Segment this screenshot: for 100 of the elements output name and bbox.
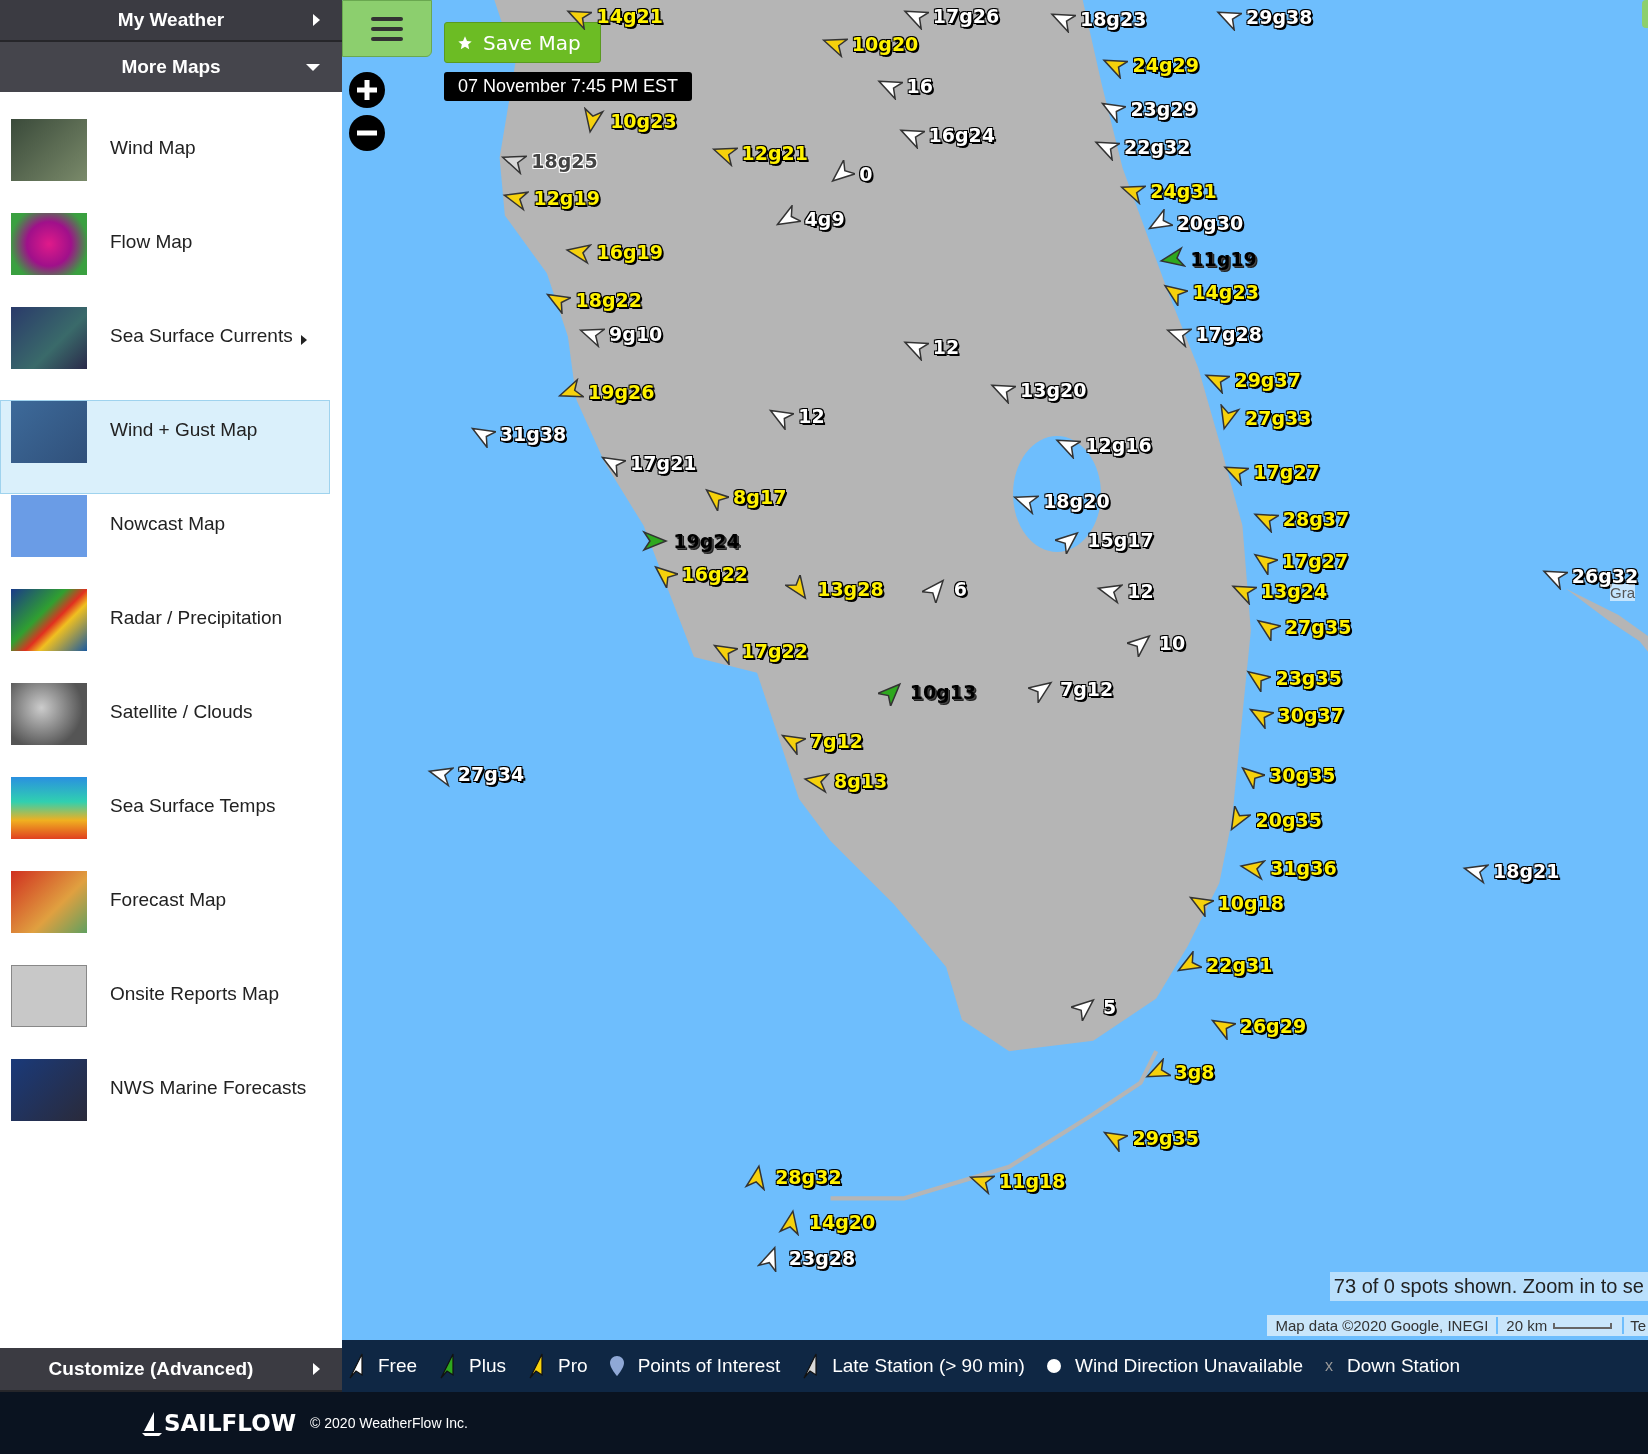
map-attribution: Map data ©2020 Google, INEGI bbox=[1267, 1317, 1499, 1334]
caret-icon bbox=[313, 1363, 320, 1375]
map-type-item[interactable]: Sea Surface Currents bbox=[0, 306, 330, 400]
legend-label: Down Station bbox=[1347, 1355, 1461, 1377]
wind-reading: 23g28 bbox=[788, 1247, 856, 1270]
wind-reading: 7g12 bbox=[1059, 678, 1114, 701]
wind-reading: 18g25 bbox=[531, 149, 598, 172]
wind-reading: 24g31 bbox=[1150, 180, 1217, 203]
wind-reading: 10g23 bbox=[610, 109, 677, 132]
sailflow-logo[interactable]: SAILFLOW bbox=[142, 1410, 297, 1436]
wind-reading: 27g33 bbox=[1244, 407, 1312, 430]
wind-reading: 16g22 bbox=[681, 562, 749, 585]
caret-icon bbox=[306, 63, 320, 71]
wind-reading: 18g22 bbox=[575, 288, 642, 311]
wind-reading: 10 bbox=[1158, 632, 1186, 655]
wind-reading: 23g35 bbox=[1275, 666, 1342, 689]
wind-reading: 12g21 bbox=[741, 142, 808, 165]
wind-reading: 17g27 bbox=[1253, 460, 1320, 483]
wind-reading: 10g13 bbox=[909, 680, 977, 703]
wind-reading: 4g9 bbox=[804, 207, 845, 230]
wind-reading: 10g20 bbox=[851, 33, 919, 56]
down-mark: x bbox=[1325, 1357, 1334, 1375]
map-type-item[interactable]: NWS Marine Forecasts bbox=[0, 1058, 330, 1152]
wind-reading: 17g27 bbox=[1281, 550, 1349, 573]
more-maps-menu[interactable]: More Maps bbox=[0, 42, 342, 92]
wind-reading: 13g20 bbox=[1020, 378, 1087, 401]
legend-label: Free bbox=[378, 1355, 418, 1377]
map-type-item[interactable]: Forecast Map bbox=[0, 870, 330, 964]
wind-reading: 20g35 bbox=[1255, 808, 1322, 831]
wind-reading: 29g37 bbox=[1234, 369, 1301, 392]
map-type-item[interactable]: Radar / Precipitation bbox=[0, 588, 330, 682]
wind-reading: 28g37 bbox=[1282, 508, 1350, 531]
wind-reading: 30g37 bbox=[1277, 703, 1344, 726]
wind-reading: 29g38 bbox=[1246, 5, 1313, 28]
wind-reading: 9g10 bbox=[609, 323, 663, 346]
legend-label: Wind Direction Unavailable bbox=[1074, 1355, 1304, 1377]
wind-reading: 18g20 bbox=[1043, 490, 1110, 513]
my-weather-menu[interactable]: My Weather bbox=[0, 0, 342, 42]
wind-reading: 14g20 bbox=[808, 1211, 876, 1234]
menu-button[interactable] bbox=[342, 0, 432, 57]
wind-reading: 29g35 bbox=[1132, 1127, 1199, 1150]
wind-reading: 30g35 bbox=[1269, 763, 1336, 786]
zoom-out-button[interactable] bbox=[349, 115, 385, 151]
plus-icon bbox=[349, 72, 385, 108]
wind-reading: 28g32 bbox=[775, 1166, 842, 1189]
wind-reading: 27g35 bbox=[1284, 616, 1352, 639]
star-icon bbox=[457, 34, 473, 51]
wind-reading: 18g21 bbox=[1492, 860, 1560, 883]
map-type-item[interactable]: Nowcast Map bbox=[0, 494, 330, 588]
map-type-item[interactable]: Wind + Gust Map bbox=[0, 400, 330, 494]
wind-reading: 22g31 bbox=[1206, 953, 1273, 976]
map-type-item[interactable]: Flow Map bbox=[0, 212, 330, 306]
wind-reading: 14g23 bbox=[1192, 281, 1259, 304]
wind-reading: 26g29 bbox=[1239, 1014, 1307, 1037]
minus-icon bbox=[349, 115, 385, 151]
scale-label: 20 km bbox=[1505, 1317, 1549, 1334]
map-type-item[interactable]: Onsite Reports Map bbox=[0, 964, 330, 1058]
wind-reading: 6 bbox=[953, 577, 968, 600]
wind-reading: 27g34 bbox=[457, 762, 525, 785]
wind-reading: 24g29 bbox=[1132, 54, 1199, 77]
wind-reading: 17g21 bbox=[630, 452, 697, 475]
copyright-text: © 2020 WeatherFlow Inc. bbox=[310, 1415, 468, 1431]
terms-link[interactable]: Te bbox=[1622, 1317, 1648, 1334]
wind-reading: 3g8 bbox=[1174, 1061, 1215, 1083]
map-type-item[interactable]: Wind Map bbox=[0, 118, 330, 212]
wind-reading: 20g30 bbox=[1176, 211, 1244, 234]
wind-reading: 13g24 bbox=[1260, 579, 1328, 602]
wind-reading: 12 bbox=[1127, 579, 1154, 602]
zoom-in-button[interactable] bbox=[349, 72, 385, 108]
wind-reading: 12g19 bbox=[533, 186, 600, 209]
menu-icon bbox=[371, 16, 403, 41]
legend-label: Pro bbox=[558, 1355, 588, 1377]
wind-reading: 10g18 bbox=[1217, 891, 1285, 914]
caret-icon bbox=[313, 14, 320, 26]
wind-reading: 22g32 bbox=[1124, 136, 1191, 159]
wind-reading: 16g24 bbox=[928, 123, 996, 146]
wind-reading: 31g38 bbox=[499, 423, 567, 446]
wind-reading: 17g28 bbox=[1195, 323, 1262, 346]
legend-label: Plus bbox=[469, 1355, 507, 1377]
wind-reading: 19g24 bbox=[673, 530, 740, 553]
wind-reading: 16g19 bbox=[596, 241, 663, 264]
map-type-item[interactable]: Satellite / Clouds bbox=[0, 682, 330, 776]
spots-notice: 73 of 0 spots shown. Zoom in to se bbox=[1329, 1272, 1648, 1301]
wind-reading: 12 bbox=[932, 335, 960, 358]
wind-reading: 31g36 bbox=[1270, 857, 1337, 880]
wind-reading: 8g17 bbox=[733, 486, 787, 509]
wind-reading: 16 bbox=[906, 75, 933, 98]
wind-reading: 19g26 bbox=[588, 381, 655, 403]
wind-reading: 13g28 bbox=[817, 577, 884, 600]
legend-label: Late Station (> 90 min) bbox=[832, 1355, 1025, 1377]
timestamp-label: 07 November 7:45 PM EST bbox=[444, 72, 693, 101]
scale-bar bbox=[1553, 1322, 1613, 1329]
wind-reading: 8g13 bbox=[834, 769, 888, 792]
map-type-item[interactable]: Sea Surface Temps bbox=[0, 776, 330, 870]
wind-reading: 15g17 bbox=[1087, 529, 1154, 552]
wind-reading: 7g12 bbox=[809, 729, 864, 752]
wind-reading: 11g19 bbox=[1190, 247, 1257, 270]
wind-reading: 17g22 bbox=[741, 639, 808, 662]
wind-reading: 23g29 bbox=[1130, 98, 1197, 121]
wind-reading: 12g16 bbox=[1085, 433, 1152, 456]
